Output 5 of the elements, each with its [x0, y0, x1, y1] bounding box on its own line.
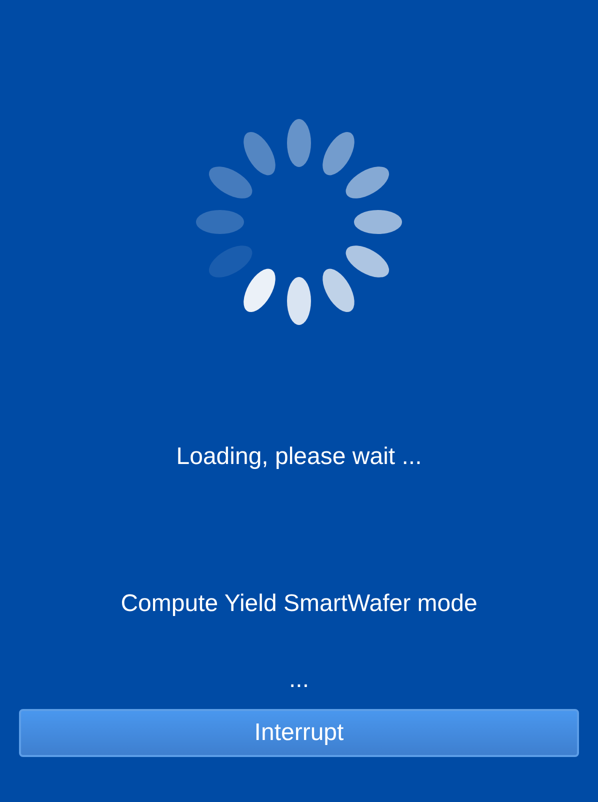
interrupt-button[interactable]: Interrupt	[19, 709, 579, 757]
loading-message: Loading, please wait ...	[176, 442, 422, 472]
progress-text: ...	[288, 665, 309, 695]
task-description: Compute Yield SmartWafer mode	[120, 589, 478, 619]
loading-spinner-icon	[193, 116, 405, 328]
